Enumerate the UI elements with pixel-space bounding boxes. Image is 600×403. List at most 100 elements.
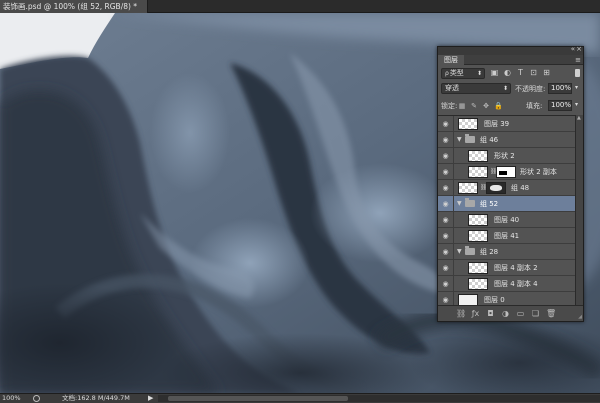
panel-tab-row: 图层 ≡ bbox=[438, 55, 583, 65]
lock-pixels-icon[interactable]: ✎ bbox=[470, 102, 478, 111]
layer-name: 图层 4 副本 2 bbox=[494, 264, 538, 272]
horizontal-scrollbar[interactable] bbox=[158, 395, 600, 402]
close-icon[interactable]: × bbox=[576, 45, 582, 53]
chevron-down-icon[interactable]: ▾ bbox=[575, 101, 578, 108]
new-layer-icon[interactable]: ❏ bbox=[531, 309, 540, 319]
panel-header-bar[interactable]: « × bbox=[438, 45, 583, 55]
layers-panel-footer: ⛓ ƒx ◘ ◑ ▭ ❏ 🗑 ◢ bbox=[438, 305, 583, 321]
layer-thumbnail bbox=[468, 278, 488, 290]
layer-row-selected[interactable]: ◉ ▼ 组 52 bbox=[438, 196, 575, 212]
filter-kind-select[interactable]: ρ类型 ⬍ bbox=[441, 68, 485, 79]
layer-row[interactable]: ◉ 图层 41 bbox=[438, 228, 575, 244]
chevron-down-icon[interactable]: ▼ bbox=[457, 136, 462, 143]
layer-row[interactable]: ◉ 图层 4 副本 4 bbox=[438, 276, 575, 292]
document-tab-bar: 装饰画.psd @ 100% (组 52, RGB/8) * bbox=[0, 0, 600, 13]
layer-thumbnail bbox=[468, 262, 488, 274]
lock-all-icon[interactable]: 🔒 bbox=[494, 102, 503, 111]
chevron-down-icon[interactable]: ▼ bbox=[457, 200, 462, 207]
layer-row[interactable]: ◉ ⛓ 组 48 bbox=[438, 180, 575, 196]
blend-mode-value: 穿透 bbox=[445, 84, 459, 92]
new-group-icon[interactable]: ▭ bbox=[516, 309, 525, 319]
layer-name: 形状 2 bbox=[494, 152, 515, 160]
filter-icons: ▣ ◐ T ⊡ ⊞ bbox=[490, 68, 555, 77]
pixel-filter-icon[interactable]: ▣ bbox=[490, 68, 499, 77]
trash-icon[interactable]: 🗑 bbox=[546, 309, 556, 319]
eye-icon[interactable]: ◉ bbox=[441, 184, 450, 192]
link-icon[interactable]: ⛓ bbox=[456, 309, 466, 319]
layer-name: 图层 40 bbox=[494, 216, 520, 224]
footer-icons: ⛓ ƒx ◘ ◑ ▭ ❏ 🗑 bbox=[456, 309, 561, 319]
fill-label: 填充: bbox=[526, 102, 543, 110]
layer-name: 图层 4 副本 4 bbox=[494, 280, 538, 288]
lock-position-icon[interactable]: ✥ bbox=[482, 102, 490, 111]
eye-icon[interactable]: ◉ bbox=[441, 152, 450, 160]
horizontal-scroll-thumb[interactable] bbox=[168, 396, 348, 401]
layer-row[interactable]: ◉ 图层 4 副本 2 bbox=[438, 260, 575, 276]
mask-icon[interactable]: ◘ bbox=[486, 309, 495, 319]
layer-thumbnail bbox=[468, 230, 488, 242]
opacity-input[interactable]: 100% bbox=[548, 83, 572, 94]
eye-icon[interactable]: ◉ bbox=[441, 216, 450, 224]
layer-name: 组 48 bbox=[511, 184, 530, 192]
layer-row[interactable]: ◉ 图层 40 bbox=[438, 212, 575, 228]
search-icon: ρ bbox=[445, 70, 449, 77]
layers-list: ◉ 图层 39 ◉ ▼ 组 46 ◉ 形状 2 ◉ ⛓ 形状 2 副本 ◉ ⛓ … bbox=[438, 115, 575, 305]
layer-row[interactable]: ◉ ▼ 组 28 bbox=[438, 244, 575, 260]
layer-mask-thumbnail[interactable] bbox=[486, 182, 506, 194]
layer-row[interactable]: ◉ ⛓ 形状 2 副本 bbox=[438, 164, 575, 180]
zoom-icon[interactable] bbox=[33, 395, 40, 402]
collapse-icon[interactable]: « bbox=[571, 45, 575, 53]
filter-toggle[interactable] bbox=[575, 69, 580, 77]
eye-icon[interactable]: ◉ bbox=[441, 120, 450, 128]
resize-grip-icon[interactable]: ◢ bbox=[578, 314, 582, 320]
document-tab[interactable]: 装饰画.psd @ 100% (组 52, RGB/8) * bbox=[0, 0, 149, 13]
eye-icon[interactable]: ◉ bbox=[441, 264, 450, 272]
folder-icon bbox=[465, 134, 475, 143]
eye-icon[interactable]: ◉ bbox=[441, 296, 450, 304]
layers-scrollbar[interactable]: ▲ bbox=[575, 115, 583, 305]
chevron-down-icon[interactable]: ▼ bbox=[457, 248, 462, 255]
filter-kind-value: 类型 bbox=[449, 69, 464, 77]
layer-row[interactable]: ◉ 形状 2 bbox=[438, 148, 575, 164]
layer-row[interactable]: ◉ 图层 0 bbox=[438, 292, 575, 305]
chevron-down-icon[interactable]: ▾ bbox=[575, 84, 578, 91]
adjustment-icon[interactable]: ◑ bbox=[501, 309, 510, 319]
layer-row[interactable]: ◉ ▼ 组 46 bbox=[438, 132, 575, 148]
layer-thumbnail bbox=[468, 150, 488, 162]
layer-mask-thumbnail[interactable] bbox=[496, 166, 516, 178]
tab-layers[interactable]: 图层 bbox=[438, 55, 464, 65]
opacity-label: 不透明度: bbox=[515, 85, 546, 93]
layer-name: 组 46 bbox=[480, 136, 499, 144]
blend-mode-select[interactable]: 穿透 ⬍ bbox=[441, 83, 511, 94]
eye-icon[interactable]: ◉ bbox=[441, 136, 450, 144]
adjustment-filter-icon[interactable]: ◐ bbox=[503, 68, 512, 77]
eye-icon[interactable]: ◉ bbox=[441, 168, 450, 176]
document-info: 文档:162.8 M/449.7M bbox=[62, 394, 130, 402]
eye-icon[interactable]: ◉ bbox=[441, 248, 450, 256]
eye-icon[interactable]: ◉ bbox=[441, 232, 450, 240]
layer-name: 组 28 bbox=[480, 248, 499, 256]
layer-thumbnail bbox=[468, 214, 488, 226]
type-filter-icon[interactable]: T bbox=[516, 68, 525, 77]
smart-object-filter-icon[interactable]: ⊞ bbox=[542, 68, 551, 77]
fx-icon[interactable]: ƒx bbox=[471, 309, 480, 319]
chevron-down-icon: ⬍ bbox=[502, 85, 508, 92]
shape-filter-icon[interactable]: ⊡ bbox=[529, 68, 538, 77]
layer-filter-row: ρ类型 ⬍ ▣ ◐ T ⊡ ⊞ bbox=[438, 66, 583, 80]
lock-transparency-icon[interactable]: ▦ bbox=[458, 102, 466, 111]
scroll-up-icon[interactable]: ▲ bbox=[577, 115, 581, 121]
folder-icon bbox=[465, 198, 475, 207]
layer-thumbnail bbox=[458, 294, 478, 305]
panel-menu-icon[interactable]: ≡ bbox=[575, 55, 581, 65]
eye-icon[interactable]: ◉ bbox=[441, 200, 450, 208]
zoom-level[interactable]: 100% bbox=[2, 394, 21, 403]
layer-thumbnail bbox=[458, 118, 478, 130]
fill-input[interactable]: 100% bbox=[548, 100, 572, 111]
chevron-down-icon: ⬍ bbox=[476, 70, 482, 77]
layer-name: 组 52 bbox=[480, 200, 499, 208]
eye-icon[interactable]: ◉ bbox=[441, 280, 450, 288]
layer-thumbnail bbox=[458, 182, 478, 194]
status-menu-arrow-icon[interactable]: ▶ bbox=[148, 394, 153, 403]
blend-row: 穿透 ⬍ 不透明度: 100% ▾ bbox=[438, 82, 583, 96]
layer-row[interactable]: ◉ 图层 39 bbox=[438, 116, 575, 132]
